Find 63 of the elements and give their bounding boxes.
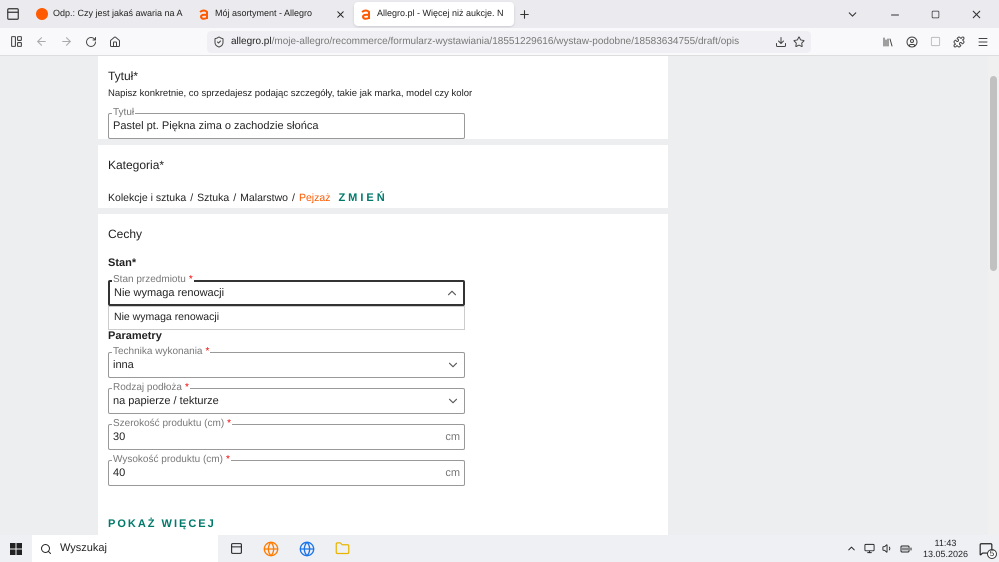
field-value: Nie wymaga renowacji [114,286,226,301]
tab-icon [360,8,372,20]
clock-date: 13.05.2026 [922,548,968,560]
new-tab-icon[interactable] [518,8,531,21]
breadcrumb-separator: / [233,190,236,206]
field-value: Pastel pt. Piękna zima o zachodzie słońca [113,119,320,134]
clock-time: 11:43 [934,538,956,548]
browser-tab[interactable]: Mój asortyment - Allegro [192,2,352,26]
change-link[interactable]: ZMIEŃ [338,190,388,207]
close-icon[interactable] [335,8,346,20]
breadcrumb-link[interactable]: Kolekcje i sztuka [108,190,186,206]
shield-icon [213,36,225,48]
scrollbar[interactable] [988,56,999,535]
tab-overview-icon[interactable] [6,7,20,21]
section-heading: Cechy [108,226,144,242]
extensions-icon[interactable] [953,36,965,48]
star-icon[interactable] [793,36,805,48]
breadcrumb-separator: / [292,190,295,206]
device-icon[interactable] [864,543,875,554]
tab-title: Mój asortyment - Allegro [215,7,314,20]
tab-icon [198,8,210,20]
breadcrumb-link[interactable]: Malarstwo [240,190,288,206]
download-icon[interactable] [775,36,787,48]
unit-label: cm [445,430,460,445]
field-label: Tytuł [113,107,134,120]
tab-title: Odp.: Czy jest jakaś awaria na A [53,7,183,20]
search-placeholder: Wyszukaj [60,541,107,556]
unit-label: cm [445,466,460,481]
breadcrumb-separator: / [190,190,194,206]
show-more-link[interactable]: POKAŻ WIĘCEJ [108,516,216,532]
dropdown-option[interactable]: Nie wymaga renowacji [109,307,464,329]
tab-icon [36,8,48,20]
reload-icon[interactable] [85,36,97,48]
field-value: inna [113,358,135,373]
notification-icon[interactable] [979,542,993,556]
subsection-heading: Stan* [108,256,138,270]
battery-icon[interactable] [900,542,912,554]
taskbar-search[interactable]: Wyszukaj [32,535,218,562]
account-icon[interactable] [906,36,918,48]
menu-icon[interactable] [977,36,989,48]
section-heading: Tytuł* [108,68,140,85]
notification-count: 5 [987,548,997,558]
close-icon[interactable] [970,8,983,21]
field-value: 40 [113,466,126,481]
sidebar-icon[interactable] [10,35,23,48]
url-text: allegro.pl/moje-allegro/recommerce/formularz-wystawiania/18551229616/wystaw-podobne/18583634755/draft/opis [231,35,740,49]
library-icon[interactable] [882,36,894,48]
current-category: Pejzaż [298,190,330,206]
hint-text: Napisz konkretnie, co sprzedajesz podając szczegóły, takie jak marka, model czy kolor [108,87,474,101]
volume-icon[interactable] [882,543,893,554]
search-icon [40,542,52,554]
address-bar[interactable]: allegro.pl/moje-allegro/recommerce/formularz-wystawiania/18551229616/wystaw-podobne/18583634755/draft/opis [207,30,811,52]
subsection-heading: Parametry [108,330,163,342]
home-icon[interactable] [109,36,121,48]
browser-tab[interactable]: Allegro.pl - Więcej niż aukcje. N [354,2,514,26]
windows-icon[interactable] [10,542,22,554]
task-view-icon[interactable] [230,542,243,555]
breadcrumb-link[interactable]: Sztuka [197,190,230,206]
restore-icon[interactable] [931,10,940,19]
section-heading: Kategoria* [108,157,166,174]
field-value: 30 [113,430,126,445]
tab-title: Allegro.pl - Więcej niż aukcje. N [377,7,504,20]
field-value: na papierze / tekturze [113,394,220,409]
